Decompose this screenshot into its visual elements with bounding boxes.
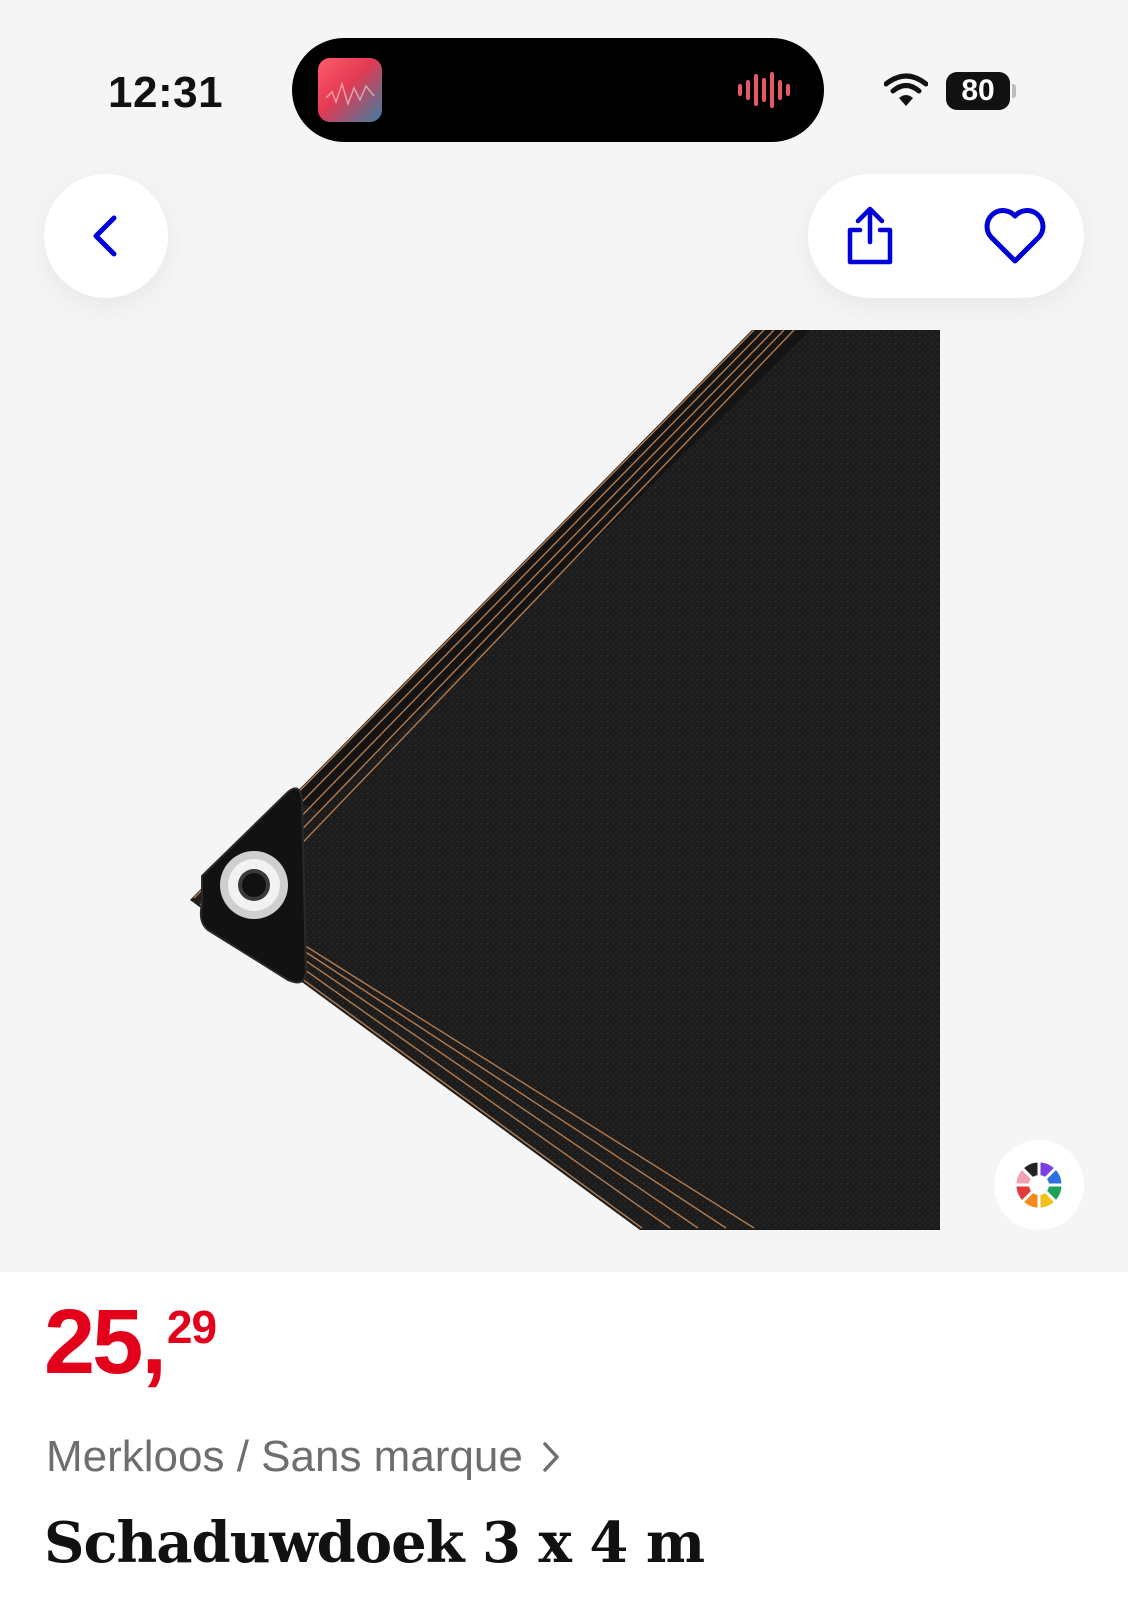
color-picker-button[interactable] [994,1140,1084,1230]
dynamic-island[interactable] [292,38,824,142]
color-wheel-icon [1013,1159,1065,1211]
chevron-right-icon [543,1442,559,1472]
now-playing-artwork [318,58,382,122]
price-decimals: 29 [166,1301,217,1353]
product-hero: 12:31 80 [0,0,1128,1272]
action-pill [808,174,1084,298]
chevron-left-icon [93,215,117,257]
battery-cap [1012,84,1016,98]
battery-indicator: 80 [946,72,1010,110]
shade-cloth-image [190,330,940,1230]
back-button[interactable] [44,174,168,298]
product-price: 25,29 [44,1296,217,1388]
brand-link[interactable]: Merkloos / Sans marque [46,1432,561,1482]
favorite-button[interactable] [976,202,1054,270]
share-icon [847,206,893,265]
wifi-icon [884,73,928,106]
price-separator: , [141,1291,167,1393]
share-button[interactable] [836,202,904,270]
price-integer: 25 [44,1291,143,1393]
heart-icon [984,208,1046,264]
status-time: 12:31 [108,68,224,117]
brand-label: Merkloos / Sans marque [46,1432,523,1481]
audio-waveform-icon [738,72,790,108]
product-title: Schaduwdoek 3 x 4 m [44,1510,705,1576]
